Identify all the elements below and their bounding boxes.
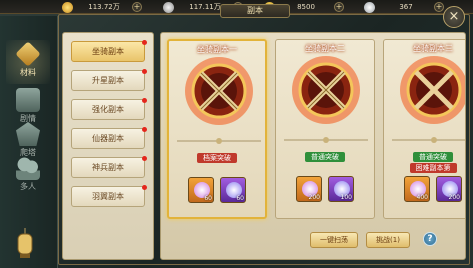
notification-dot	[142, 156, 147, 161]
reward-qty: 100	[340, 194, 352, 201]
reward-list: 60 60	[169, 177, 265, 203]
menu-item-artifact-dungeon[interactable]: 仙器副本	[71, 127, 147, 149]
menu-item-label: 羽翼副本	[92, 192, 124, 201]
menu-item-mount-dungeon[interactable]: 坐骑副本	[71, 40, 147, 62]
add-gold-coin-button[interactable]: +	[334, 2, 344, 12]
reward-qty: 200	[308, 194, 320, 201]
reward-qty: 60	[204, 195, 212, 202]
window-title: 副本	[220, 4, 290, 18]
currency-value: 113.72万	[88, 3, 120, 11]
tab-label: 材料	[20, 68, 36, 77]
reward-qty: 200	[448, 194, 460, 201]
dungeon-status-tag: 普通突破	[276, 152, 374, 162]
reward-item[interactable]: 60	[220, 177, 246, 203]
reward-item[interactable]: 200	[296, 176, 322, 202]
dungeon-card-2[interactable]: 坐骑副本二 普通突破 200 100	[275, 39, 375, 219]
notification-dot	[142, 98, 147, 103]
currency-value: 367	[399, 3, 413, 11]
menu-item-label: 升星副本	[92, 76, 124, 85]
notification-dot	[142, 40, 147, 45]
crossed-swords-emblem-icon	[185, 57, 253, 125]
currency-gold-ingot: 113.72万 +	[62, 1, 142, 13]
dungeon-status-tag: 档案突破	[169, 153, 265, 163]
help-button[interactable]: ?	[423, 232, 437, 246]
dungeon-type-menu: 坐骑副本 升星副本 强化副本 仙器副本 神兵副本 羽翼副本	[62, 32, 154, 260]
reward-list: 200 100	[276, 176, 374, 202]
reward-qty: 60	[236, 195, 244, 202]
reward-item[interactable]: 100	[328, 176, 354, 202]
close-button[interactable]: ×	[443, 6, 465, 28]
dungeon-status-tag: 普通突破	[384, 152, 465, 162]
tab-label: 多人	[20, 182, 36, 191]
crossed-swords-emblem-icon	[292, 56, 360, 124]
tab-multiplayer[interactable]: 多人	[6, 154, 50, 198]
add-pearl-button[interactable]: +	[434, 2, 444, 12]
menu-item-label: 神兵副本	[92, 163, 124, 172]
dungeon-name: 坐骑副本三	[413, 44, 453, 53]
dungeon-list: 坐骑副本一 档案突破 60 60 坐骑副本二 普通突破 200 100 坐骑副本…	[160, 32, 466, 260]
pearl-icon	[364, 1, 375, 13]
dungeon-card-1[interactable]: 坐骑副本一 档案突破 60 60	[167, 39, 267, 219]
dungeon-name: 坐骑副本一	[197, 45, 237, 54]
add-gold-ingot-button[interactable]: +	[132, 2, 142, 12]
currency-pearl: 367 +	[364, 1, 444, 13]
tower-icon	[16, 122, 40, 146]
menu-item-weapon-dungeon[interactable]: 神兵副本	[71, 156, 147, 178]
dungeon-card-3[interactable]: 坐骑副本三 普通突破 困难副本第 400 200	[383, 39, 465, 219]
dungeon-difficulty-tag: 困难副本第	[384, 163, 465, 173]
menu-item-label: 坐骑副本	[92, 47, 124, 56]
reward-item[interactable]: 400	[404, 176, 430, 202]
ornament-divider	[284, 137, 368, 143]
gold-ingot-icon	[62, 1, 73, 13]
reward-list: 400 200	[384, 176, 465, 202]
silver-coin-icon	[163, 1, 174, 13]
multiplayer-icon	[16, 156, 40, 180]
challenge-button[interactable]: 挑战(1)	[366, 232, 410, 248]
menu-item-label: 强化副本	[92, 105, 124, 114]
category-sidebar: 材料 剧情 爬塔 多人	[0, 16, 58, 268]
reward-qty: 400	[416, 194, 428, 201]
story-icon	[16, 88, 40, 112]
menu-item-label: 仙器副本	[92, 134, 124, 143]
reward-item[interactable]: 60	[188, 177, 214, 203]
menu-item-star-dungeon[interactable]: 升星副本	[71, 69, 147, 91]
sweep-all-button[interactable]: 一键扫荡	[310, 232, 358, 248]
notification-dot	[142, 127, 147, 132]
material-icon	[15, 41, 41, 67]
lantern-icon	[17, 228, 33, 258]
ornament-divider	[177, 138, 261, 144]
notification-dot	[142, 185, 147, 190]
ornament-divider	[392, 137, 465, 143]
tab-material[interactable]: 材料	[6, 40, 50, 84]
dungeon-name: 坐骑副本二	[305, 44, 345, 53]
reward-item[interactable]: 200	[436, 176, 462, 202]
menu-item-wing-dungeon[interactable]: 羽翼副本	[71, 185, 147, 207]
notification-dot	[142, 69, 147, 74]
menu-item-enhance-dungeon[interactable]: 强化副本	[71, 98, 147, 120]
crossed-swords-emblem-icon	[400, 56, 465, 124]
